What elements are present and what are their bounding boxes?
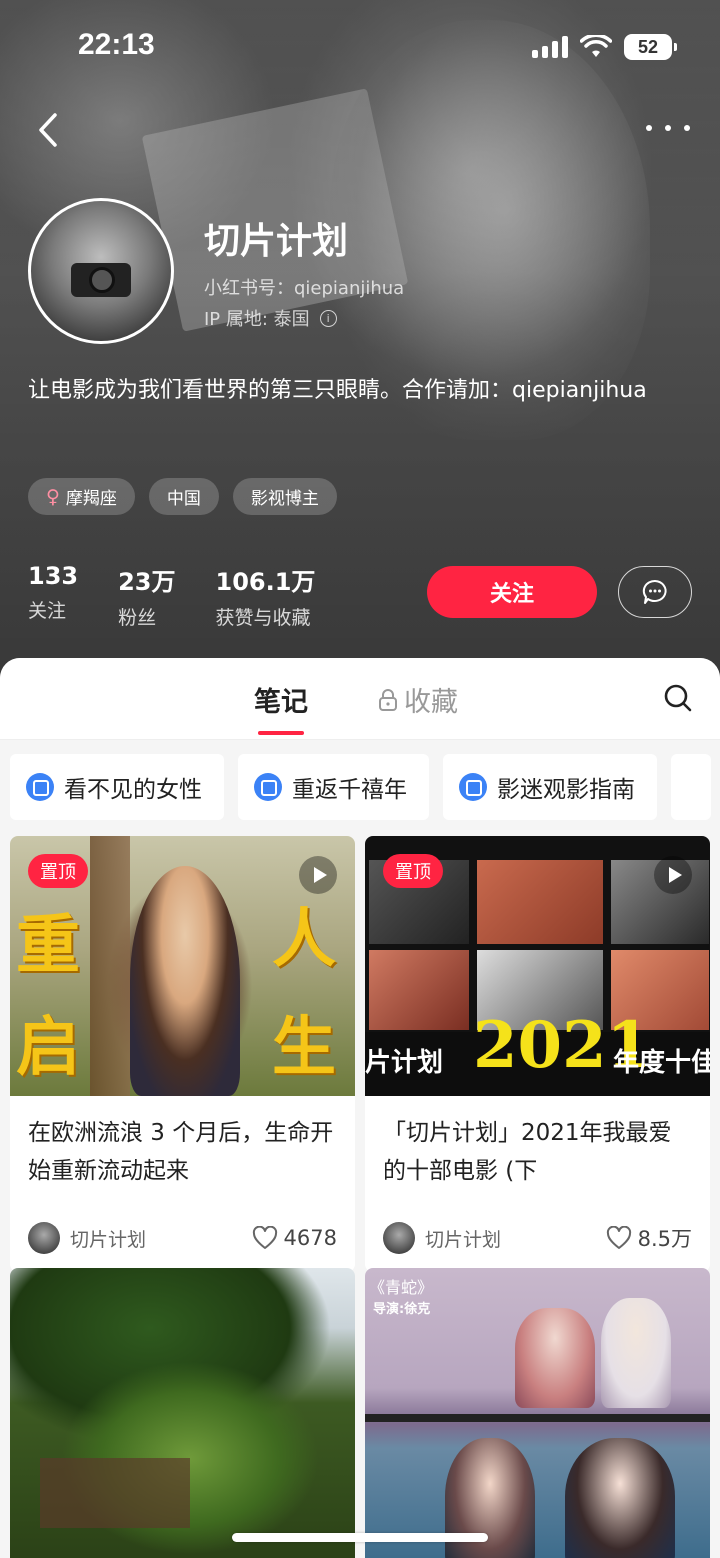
note-card[interactable]: 《青蛇》 导演:徐克 (365, 1268, 710, 1558)
follow-button[interactable]: 关注 (427, 566, 597, 618)
pinned-badge: 置顶 (28, 854, 88, 888)
collection-icon (254, 773, 282, 801)
note-card[interactable]: 片计划 2021 年度十佳 置顶 「切片计划」2021年我最爱的十部电影 (下 … (365, 836, 710, 1272)
stat-followers[interactable]: 23万 粉丝 (118, 562, 175, 630)
person-image (130, 866, 240, 1096)
collection-chip[interactable]: 影迷观影指南 (443, 754, 657, 820)
stat-following[interactable]: 133 关注 (28, 562, 78, 630)
note-cover: 重 启 人 生 置顶 (10, 836, 355, 1096)
signal-icon (532, 36, 568, 58)
more-options-button[interactable] (646, 116, 690, 140)
note-title: 「切片计划」2021年我最爱的十部电影 (下 (383, 1120, 672, 1184)
profile-header-background: 22:13 52 切片计划 小红书号：qiepianjihua IP 属地: 泰… (0, 0, 720, 680)
note-meta: 切片计划 4678 (10, 1208, 355, 1272)
cover-caption-director: 导演:徐克 (373, 1302, 431, 1317)
note-card[interactable] (10, 1268, 355, 1558)
tag-region: 中国 (148, 478, 219, 515)
profile-stats: 133 关注 23万 粉丝 106.1万 获赞与收藏 (28, 562, 315, 630)
note-author[interactable]: 切片计划 (28, 1222, 146, 1254)
tab-collections[interactable]: 收藏 (378, 680, 458, 719)
collection-chips: 看不见的女性 重返千禧年 影迷观影指南 (10, 754, 711, 820)
play-icon (654, 856, 692, 894)
play-icon (299, 856, 337, 894)
note-card[interactable]: 重 启 人 生 置顶 在欧洲流浪 3 个月后，生命开始重新流动起来 切片计划 4… (10, 836, 355, 1272)
collection-chip[interactable]: 看不见的女性 (10, 754, 224, 820)
note-cover (10, 1268, 355, 1558)
profile-name: 切片计划 (204, 221, 349, 262)
avatar (383, 1222, 415, 1254)
cover-text: 生 (272, 1010, 336, 1085)
lock-icon (379, 688, 397, 711)
search-button[interactable] (662, 682, 694, 714)
note-cover: 《青蛇》 导演:徐克 (365, 1268, 710, 1558)
cover-text: 年度十佳 (613, 1048, 710, 1078)
cover-text: 启 (16, 1010, 80, 1085)
message-button[interactable] (618, 566, 692, 618)
cover-text: 重 (16, 908, 80, 983)
tab-notes[interactable]: 笔记 (254, 680, 308, 735)
like-button[interactable]: 8.5万 (606, 1223, 692, 1253)
heart-icon (252, 1226, 277, 1249)
ip-location: IP 属地: 泰国 i (204, 305, 337, 331)
avatar[interactable] (28, 198, 174, 344)
cover-caption-title: 《青蛇》 (369, 1278, 434, 1297)
back-button[interactable] (28, 108, 68, 152)
heart-icon (606, 1226, 631, 1249)
status-time: 22:13 (78, 28, 155, 61)
collection-icon (459, 773, 487, 801)
pinned-badge: 置顶 (383, 854, 443, 888)
dot-icon (646, 125, 652, 131)
status-icons: 52 (532, 34, 677, 60)
wifi-icon (580, 35, 612, 57)
collection-chip-partial[interactable] (671, 754, 711, 820)
battery-icon: 52 (624, 34, 677, 60)
search-icon (664, 684, 692, 712)
cover-text: 人 (272, 902, 336, 977)
note-meta: 切片计划 8.5万 (365, 1208, 710, 1272)
tag-category: 影视博主 (232, 478, 337, 515)
cover-text: 片计划 (365, 1048, 444, 1078)
tag-zodiac: ♀ 摩羯座 (28, 478, 135, 515)
home-indicator[interactable] (232, 1533, 488, 1542)
ip-location-text: IP 属地: 泰国 (204, 309, 310, 330)
chevron-left-icon (39, 113, 57, 147)
avatar (28, 1222, 60, 1254)
chat-bubble-icon (642, 579, 667, 604)
profile-tags: ♀ 摩羯座 中国 影视博主 (28, 478, 337, 515)
collection-chip[interactable]: 重返千禧年 (238, 754, 429, 820)
note-cover: 片计划 2021 年度十佳 置顶 (365, 836, 710, 1096)
note-title: 在欧洲流浪 3 个月后，生命开始重新流动起来 (28, 1120, 334, 1184)
like-button[interactable]: 4678 (252, 1226, 337, 1250)
female-icon: ♀ (46, 485, 60, 508)
tab-bar: 笔记 收藏 (0, 658, 720, 740)
content-panel: 笔记 收藏 看不见的女性 重返千禧年 影迷观影指南 重 启 人 生 置顶 在欧洲… (0, 658, 720, 1558)
collection-icon (26, 773, 54, 801)
red-id: 小红书号：qiepianjihua (204, 278, 405, 299)
profile-bio: 让电影成为我们看世界的第三只眼睛。合作请加：qiepianjihua (28, 378, 647, 403)
note-author[interactable]: 切片计划 (383, 1222, 501, 1254)
info-icon[interactable]: i (319, 309, 337, 327)
stat-likes-collections[interactable]: 106.1万 获赞与收藏 (216, 562, 316, 630)
